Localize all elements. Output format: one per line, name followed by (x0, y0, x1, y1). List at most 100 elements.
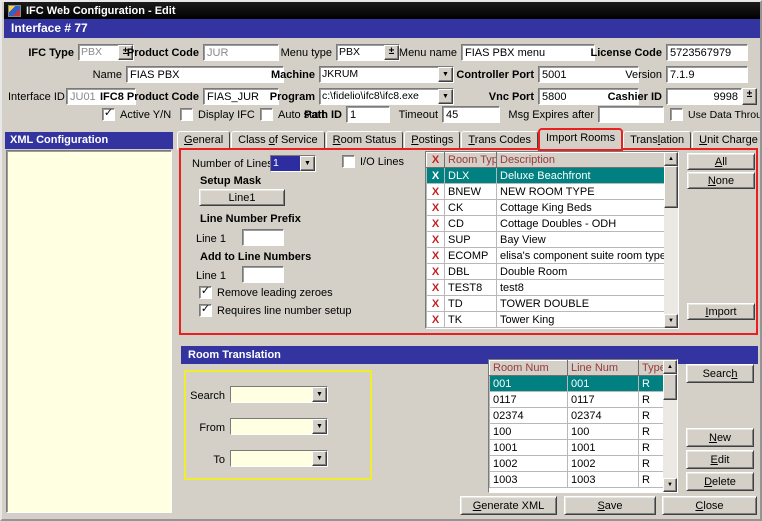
tab-import-rooms[interactable]: Import Rooms (539, 129, 622, 150)
version-field[interactable] (666, 66, 748, 83)
display-ifc-label: Display IFC (198, 109, 260, 122)
generate-xml-button[interactable]: Generate XML (460, 496, 557, 515)
column-header-x[interactable]: X (427, 153, 445, 168)
column-header-description[interactable]: Description (497, 153, 665, 168)
ifc-web-configuration-window: IFC Web Configuration - Edit Interface #… (0, 0, 762, 521)
chevron-down-icon[interactable]: ▼ (312, 387, 327, 402)
version-label: Version (580, 69, 662, 82)
tab-general[interactable]: General (177, 131, 230, 150)
delete-button[interactable]: Delete (686, 472, 754, 491)
room-type-row[interactable]: XCKCottage King Beds (427, 200, 665, 216)
close-button[interactable]: Close (662, 496, 757, 515)
translation-scrollbar[interactable]: ▲ ▼ (663, 360, 677, 492)
add-line1-field[interactable] (242, 266, 284, 283)
line-number-prefix-label: Line Number Prefix (200, 213, 330, 226)
translation-row[interactable]: 01170117R (490, 392, 665, 408)
translation-row[interactable]: 10011001R (490, 440, 665, 456)
column-header-room-num[interactable]: Room Num (490, 361, 568, 376)
room-type-row[interactable]: XCDCottage Doubles - ODH (427, 216, 665, 232)
io-lines-checkbox[interactable] (342, 155, 355, 168)
import-button[interactable]: Import (687, 303, 755, 320)
translation-row[interactable]: 100100R (490, 424, 665, 440)
save-button[interactable]: Save (564, 496, 656, 515)
product-code-label: Product Code (114, 47, 199, 60)
search-button[interactable]: Search (686, 364, 754, 383)
scroll-up-icon[interactable]: ▲ (663, 360, 677, 374)
vnc-port-label: Vnc Port (474, 91, 534, 104)
room-type-table: X Room Type Description XDLXDeluxe Beach… (425, 151, 679, 329)
column-header-line-num[interactable]: Line Num (568, 361, 639, 376)
line1-button[interactable]: Line1 (199, 189, 285, 206)
number-of-lines-select[interactable]: 1 ▼ (270, 155, 316, 172)
window-title: IFC Web Configuration - Edit (26, 5, 176, 17)
rt-search-select[interactable]: ▼ (230, 386, 328, 403)
requires-line-setup-checkbox[interactable] (199, 304, 212, 317)
rt-to-select[interactable]: ▼ (230, 450, 328, 467)
ifc8-product-code-label: IFC8 Product Code (88, 91, 199, 104)
tab-translation[interactable]: Translation (623, 131, 691, 150)
tab-unit-charge[interactable]: Unit Charge (692, 131, 762, 150)
rt-to-label: To (185, 454, 225, 467)
translation-row[interactable]: 001001R (490, 376, 665, 392)
tab-trans-codes[interactable]: Trans Codes (461, 131, 538, 150)
room-type-row[interactable]: XBNEWNEW ROOM TYPE (427, 184, 665, 200)
rt-from-select[interactable]: ▼ (230, 418, 328, 435)
titlebar[interactable]: IFC Web Configuration - Edit (4, 2, 760, 19)
tab-bar: GeneralClass of ServiceRoom StatusPostin… (177, 129, 762, 150)
path-id-field[interactable] (346, 106, 390, 123)
chevron-down-icon[interactable]: ▼ (300, 156, 315, 171)
room-type-row[interactable]: XTDTOWER DOUBLE (427, 296, 665, 312)
active-yn-label: Active Y/N (120, 109, 180, 122)
chevron-down-icon[interactable]: ▼ (312, 451, 327, 466)
translation-row[interactable]: 10031003R (490, 472, 665, 488)
room-type-row[interactable]: XECOMPelisa's component suite room type (427, 248, 665, 264)
cashier-id-field[interactable] (666, 88, 742, 105)
active-yn-checkbox[interactable] (102, 108, 115, 121)
column-header-room-type[interactable]: Room Type (445, 153, 497, 168)
plus-minus-icon[interactable]: ± (742, 88, 757, 105)
interface-header: Interface # 77 (4, 19, 760, 38)
scrollbar-thumb[interactable] (664, 166, 678, 208)
translation-row[interactable]: 10021002R (490, 456, 665, 472)
machine-label: Machine (228, 69, 315, 82)
room-type-row[interactable]: XDLXDeluxe Beachfront (427, 168, 665, 184)
none-button[interactable]: None (687, 172, 755, 189)
room-type-row[interactable]: XDBLDouble Room (427, 264, 665, 280)
chevron-down-icon[interactable]: ▼ (312, 419, 327, 434)
room-type-row[interactable]: XSUPBay View (427, 232, 665, 248)
msg-expires-label: Msg Expires after (502, 109, 594, 122)
msg-expires-field[interactable] (598, 106, 664, 123)
translation-table-body: 001001R01170117R0237402374R100100R100110… (490, 376, 665, 488)
display-ifc-checkbox[interactable] (180, 108, 193, 121)
prefix-line1-field[interactable] (242, 229, 284, 246)
new-button[interactable]: New (686, 428, 754, 447)
room-type-scrollbar[interactable]: ▲ ▼ (664, 152, 678, 328)
translation-row[interactable]: 0237402374R (490, 408, 665, 424)
all-button[interactable]: All (687, 153, 755, 170)
timeout-field[interactable] (442, 106, 500, 123)
scrollbar-thumb[interactable] (663, 374, 677, 400)
use-data-through-checkbox[interactable] (670, 108, 683, 121)
column-header-type[interactable]: Type (639, 361, 665, 376)
room-type-row[interactable]: XTKTower King (427, 312, 665, 328)
scroll-down-icon[interactable]: ▼ (664, 314, 678, 328)
tab-room-status[interactable]: Room Status (326, 131, 404, 150)
timeout-label: Timeout (396, 109, 438, 122)
scroll-down-icon[interactable]: ▼ (663, 478, 677, 492)
rt-search-label: Search (185, 390, 225, 403)
room-type-row[interactable]: XTEST8test8 (427, 280, 665, 296)
tab-class-of-service[interactable]: Class of Service (231, 131, 324, 150)
xml-configuration-list[interactable] (6, 150, 172, 513)
rt-from-label: From (185, 422, 225, 435)
edit-button[interactable]: Edit (686, 450, 754, 469)
auto-start-checkbox[interactable] (260, 108, 273, 121)
cashier-id-spinner[interactable]: ± (742, 88, 757, 105)
requires-line-setup-label: Requires line number setup (217, 305, 377, 318)
program-select[interactable]: c:\fidelio\ifc8\ifc8.exe ▼ (319, 88, 454, 105)
license-code-field[interactable] (666, 44, 748, 61)
tab-postings[interactable]: Postings (404, 131, 460, 150)
room-type-table-body: XDLXDeluxe BeachfrontXBNEWNEW ROOM TYPEX… (427, 168, 665, 328)
scroll-up-icon[interactable]: ▲ (664, 152, 678, 166)
remove-leading-zeroes-checkbox[interactable] (199, 286, 212, 299)
chevron-down-icon[interactable]: ▼ (438, 89, 453, 104)
